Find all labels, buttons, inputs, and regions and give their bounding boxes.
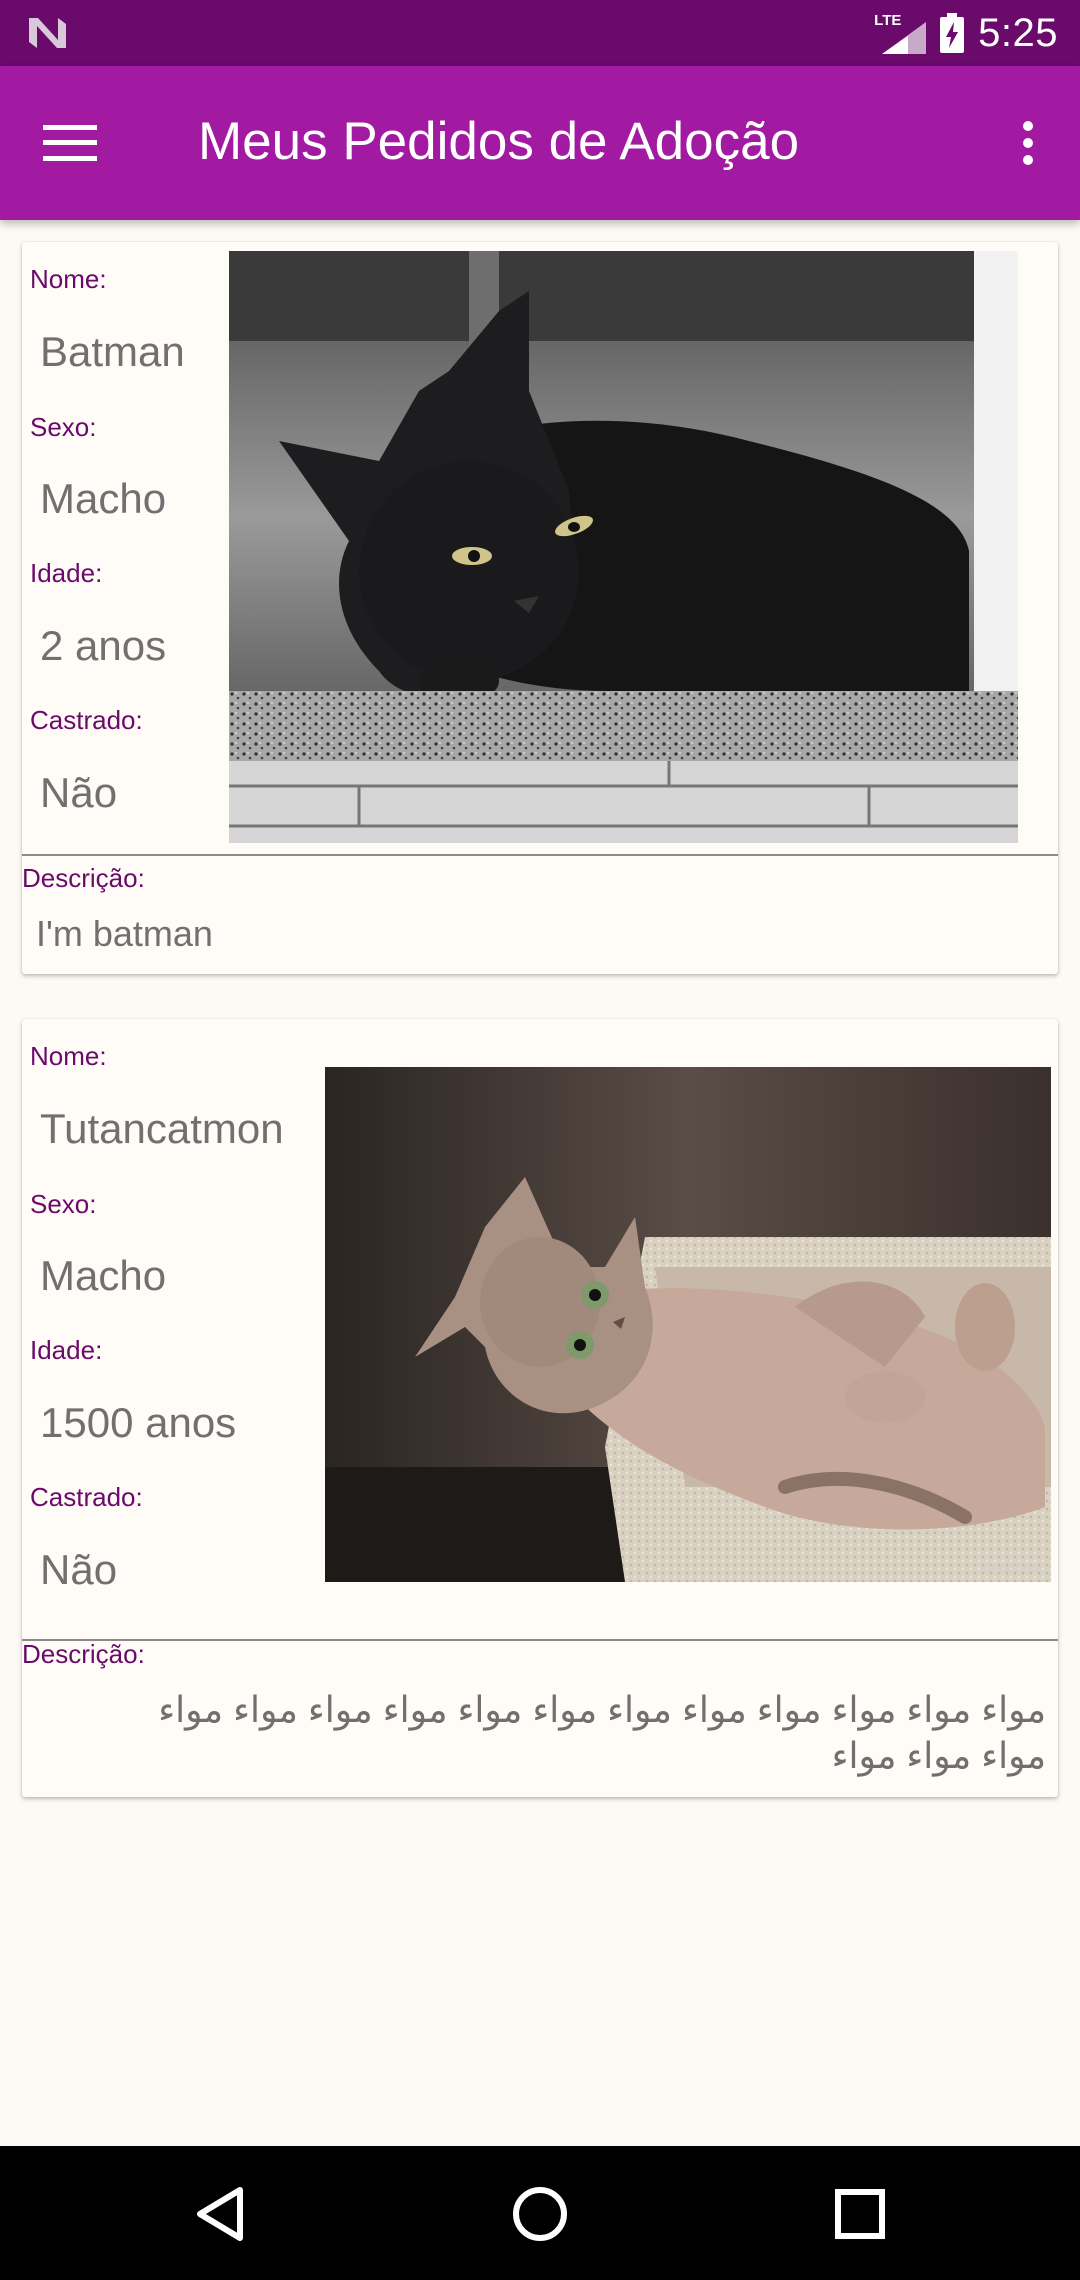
- page-title: Meus Pedidos de Adoção: [198, 112, 800, 171]
- back-button[interactable]: [182, 2176, 258, 2252]
- more-vert-icon: [1023, 121, 1033, 165]
- age-label: Idade:: [30, 1335, 103, 1365]
- recents-button[interactable]: [822, 2176, 898, 2252]
- pet-age: 2 anos: [40, 622, 167, 669]
- clock: 5:25: [978, 10, 1058, 55]
- menu-button[interactable]: [38, 111, 102, 175]
- notification-n-icon: [29, 18, 66, 48]
- pet-description: مواء مواء مواء مواء مواء مواء مواء مواء …: [158, 1689, 1046, 1776]
- status-bar: LTE 5:25: [0, 0, 1080, 66]
- pet-neutered: Não: [40, 1546, 118, 1593]
- divider: [22, 854, 1058, 856]
- home-button[interactable]: [502, 2176, 578, 2252]
- pet-sex: Macho: [40, 1252, 167, 1299]
- hamburger-menu-icon: [43, 125, 97, 161]
- svg-text:©Fotorsd: ©Fotorsd: [983, 1560, 1037, 1575]
- recents-square-icon: [835, 2189, 885, 2239]
- overflow-menu-button[interactable]: [996, 111, 1060, 175]
- pet-age: 1500 anos: [40, 1399, 237, 1446]
- description-label: Descrição:: [22, 1639, 145, 1669]
- neutered-label: Castrado:: [30, 705, 143, 735]
- home-circle-icon: [513, 2187, 567, 2241]
- name-label: Nome:: [30, 264, 107, 294]
- sex-label: Sexo:: [30, 412, 97, 442]
- age-label: Idade:: [30, 558, 103, 588]
- navigation-bar: [0, 2146, 1080, 2280]
- pet-description: I'm batman: [36, 913, 213, 954]
- divider: [22, 1639, 1058, 1641]
- pet-photo: [229, 251, 1018, 843]
- pet-name: Batman: [40, 328, 185, 375]
- app-bar: Meus Pedidos de Adoção: [0, 66, 1080, 220]
- name-label: Nome:: [30, 1041, 107, 1071]
- adoption-request-card[interactable]: Nome: Tutancatmon Sexo: Macho Idade: 150…: [22, 1019, 1058, 1797]
- description-label: Descrição:: [22, 863, 145, 893]
- lte-signal-icon: LTE: [874, 12, 927, 54]
- pet-photo: ©Fotorsd: [325, 1067, 1051, 1582]
- sex-label: Sexo:: [30, 1189, 97, 1219]
- adoption-request-card[interactable]: Nome: Batman Sexo: Macho Idade: 2 anos C…: [22, 242, 1058, 974]
- battery-charging-icon: [940, 13, 965, 53]
- pet-name: Tutancatmon: [40, 1105, 284, 1152]
- back-triangle-icon: [197, 2187, 243, 2241]
- neutered-label: Castrado:: [30, 1482, 143, 1512]
- pet-sex: Macho: [40, 475, 167, 522]
- pet-neutered: Não: [40, 769, 118, 816]
